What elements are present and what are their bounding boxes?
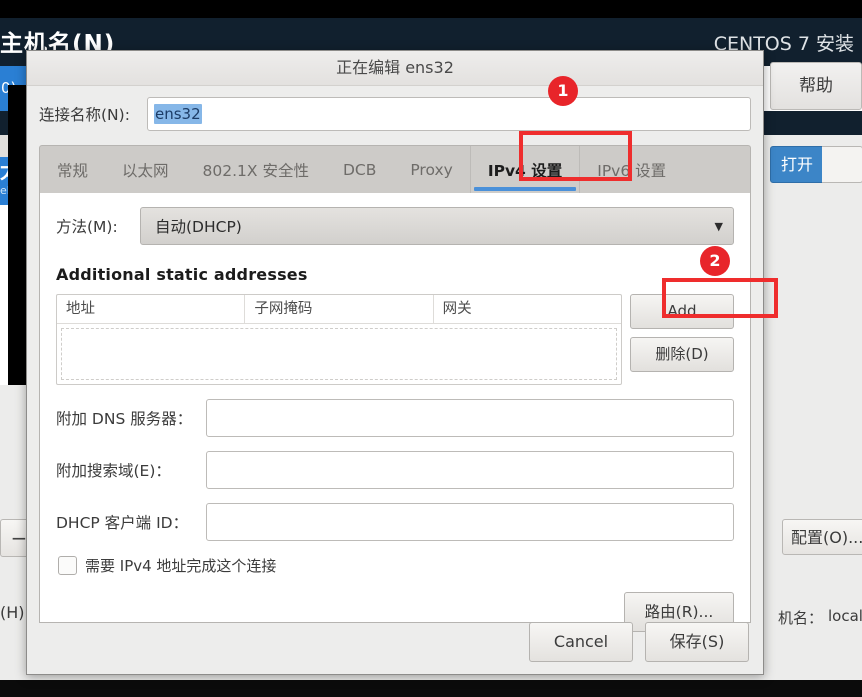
tab-ipv6-settings-label: IPv6 设置 [597, 161, 667, 180]
tab-dcb-label: DCB [342, 160, 377, 179]
static-addresses-buttons: Add 删除(D) [630, 294, 734, 372]
dns-servers-row: 附加 DNS 服务器： [56, 399, 734, 437]
tab-strip: 常规 以太网 802.1X 安全性 DCB Proxy IPv4 设置 IPv6… [39, 145, 751, 193]
static-addresses-table[interactable]: 地址 子网掩码 网关 [56, 294, 622, 385]
tab-ipv4-settings[interactable]: IPv4 设置 [469, 146, 581, 193]
dhcp-client-id-input[interactable] [206, 503, 734, 541]
method-label: 方法(M): [56, 218, 118, 236]
cancel-button[interactable]: Cancel [529, 622, 633, 662]
dialog-footer: Cancel 保存(S) [27, 610, 763, 674]
open-button-adjacent[interactable] [822, 146, 862, 183]
help-button[interactable]: 帮助 [770, 62, 862, 110]
connection-name-input[interactable]: ens32 [147, 97, 751, 131]
installer-footer-line [0, 680, 862, 697]
method-row: 方法(M): 自动(DHCP) ▼ [56, 207, 734, 245]
hostname-value: local [828, 607, 862, 625]
hostname-label: 机名： [778, 609, 824, 627]
edit-connection-dialog: 正在编辑 ens32 连接名称(N): ens32 常规 以太网 802.1X … [26, 50, 764, 675]
column-header-gateway: 网关 [442, 301, 472, 317]
tab-8021x-security-label: 802.1X 安全性 [202, 161, 309, 180]
delete-address-button[interactable]: 删除(D) [630, 337, 734, 372]
static-addresses-header: 地址 子网掩码 网关 [57, 295, 621, 324]
annotation-badge-2: 2 [700, 246, 730, 276]
connection-name-label: 连接名称(N): [39, 106, 130, 124]
tab-ethernet-label: 以太网 [122, 161, 169, 180]
dns-servers-label: 附加 DNS 服务器： [56, 410, 193, 428]
save-button[interactable]: 保存(S) [645, 622, 749, 662]
method-select[interactable]: 自动(DHCP) ▼ [140, 207, 734, 245]
dhcp-client-id-label: DHCP 客户端 ID： [56, 514, 189, 532]
dialog-titlebar: 正在编辑 ens32 [27, 51, 763, 86]
tab-active-underline [473, 187, 577, 191]
dhcp-client-id-row: DHCP 客户端 ID： [56, 503, 734, 541]
add-address-button[interactable]: Add [630, 294, 734, 329]
tab-dcb[interactable]: DCB [326, 146, 393, 193]
require-ipv4-label: 需要 IPv4 地址完成这个连接 [85, 557, 277, 575]
static-addresses-title: Additional static addresses [56, 265, 308, 284]
column-header-netmask: 子网掩码 [245, 295, 434, 323]
connection-name-row: 连接名称(N): ens32 [39, 86, 751, 136]
configure-button[interactable]: 配置(O)... [782, 519, 862, 555]
tab-8021x-security[interactable]: 802.1X 安全性 [186, 146, 326, 193]
search-domains-row: 附加搜索域(E)： [56, 451, 734, 489]
tab-general-label: 常规 [57, 161, 89, 180]
dialog-body: 连接名称(N): ens32 常规 以太网 802.1X 安全性 DCB Pro… [27, 86, 763, 632]
tab-ipv4-settings-label: IPv4 设置 [487, 161, 563, 180]
ipv4-settings-panel: 方法(M): 自动(DHCP) ▼ Additional static addr… [39, 193, 751, 632]
tab-proxy[interactable]: Proxy [393, 146, 469, 193]
tab-general[interactable]: 常规 [40, 146, 105, 193]
require-ipv4-checkbox[interactable] [58, 556, 77, 575]
require-ipv4-row[interactable]: 需要 IPv4 地址完成这个连接 [56, 555, 734, 576]
column-header-address: 地址 [57, 295, 246, 323]
tab-ethernet[interactable]: 以太网 [105, 146, 186, 193]
annotation-badge-1: 1 [548, 76, 578, 106]
installer-help-label: (H) [0, 603, 25, 622]
open-button[interactable]: 打开 [770, 146, 824, 183]
method-value: 自动(DHCP) [155, 218, 242, 236]
tab-ipv6-settings[interactable]: IPv6 设置 [580, 146, 683, 193]
search-domains-label: 附加搜索域(E)： [56, 462, 171, 480]
static-addresses-area: 地址 子网掩码 网关 Add 删除(D) [56, 294, 734, 385]
dns-servers-input[interactable] [206, 399, 734, 437]
chevron-down-icon: ▼ [714, 219, 723, 233]
connection-name-value: ens32 [154, 104, 202, 124]
dialog-title: 正在编辑 ens32 [336, 58, 454, 77]
search-domains-input[interactable] [206, 451, 734, 489]
static-addresses-rows[interactable] [61, 328, 617, 380]
tab-proxy-label: Proxy [410, 160, 453, 179]
